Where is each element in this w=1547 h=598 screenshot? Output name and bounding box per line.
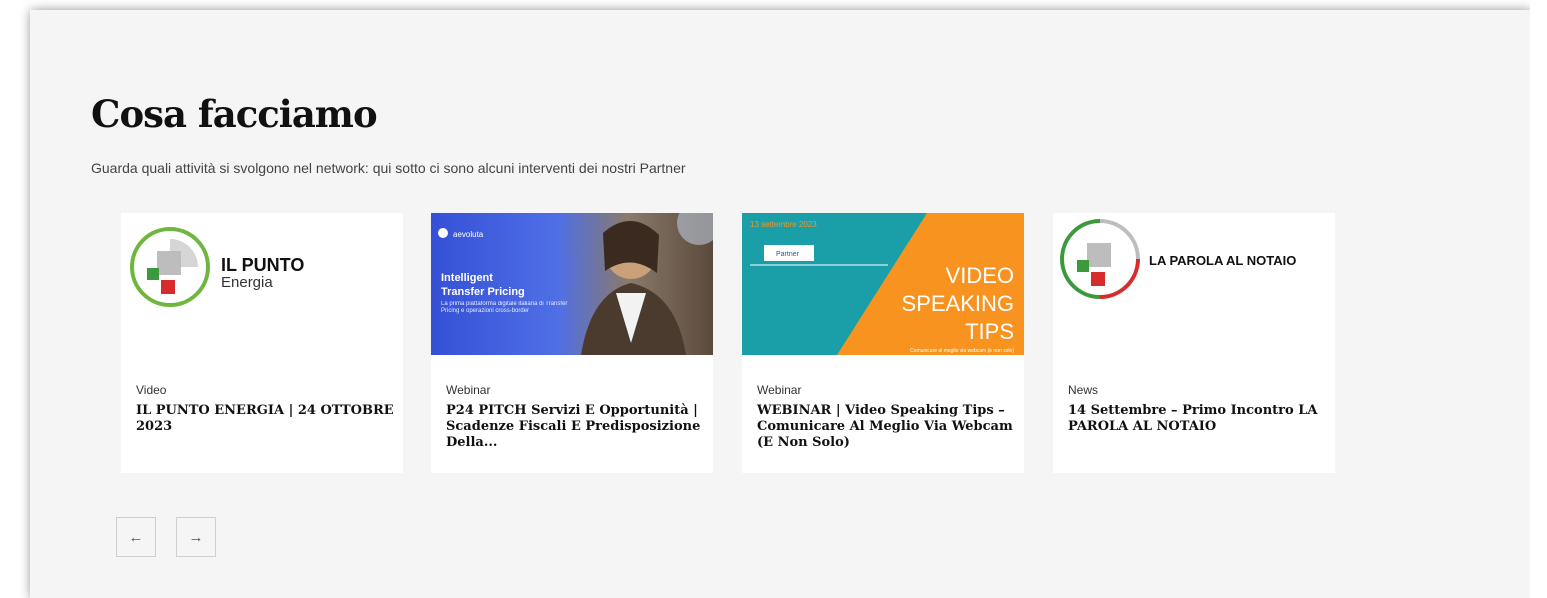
section-title: Cosa facciamo: [91, 92, 378, 136]
thumb-body: La prima piattaforma digitale italiana d…: [441, 301, 568, 314]
thumb-date: 13 settembre 2023: [750, 220, 817, 229]
carousel-prev-button[interactable]: ←: [116, 517, 156, 557]
card-type: Video: [136, 383, 167, 397]
arrow-left-icon: ←: [128, 528, 144, 546]
card-thumbnail[interactable]: 13 settembre 2023 Partner VIDEO SPEAKING…: [742, 213, 1024, 355]
page-edge: [1530, 0, 1547, 598]
card-thumbnail[interactable]: IL PUNTO Energia: [121, 213, 403, 355]
il-punto-energia-logo: IL PUNTO Energia: [121, 213, 403, 355]
card-title[interactable]: P24 PITCH Servizi E Opportunità | Scaden…: [446, 403, 706, 451]
arrow-right-icon: →: [188, 528, 204, 546]
card-title[interactable]: 14 Settembre – Primo Incontro LA PAROLA …: [1068, 403, 1328, 435]
thumb-line1: IL PUNTO: [221, 255, 304, 275]
thumb-brand: aevoluta: [453, 230, 484, 239]
la-parola-al-notaio-logo: LA PAROLA AL NOTAIO: [1053, 213, 1335, 355]
thumb-badge: Partner: [776, 251, 800, 258]
card-type: Webinar: [757, 383, 802, 397]
card-type: News: [1068, 383, 1099, 397]
thumb-label: LA PAROLA AL NOTAIO: [1149, 253, 1296, 268]
thumb-footer: Comunicare al meglio via webcam (e non s…: [910, 348, 1014, 354]
card-type: Webinar: [446, 383, 491, 397]
card-title[interactable]: WEBINAR | Video Speaking Tips – Comunica…: [757, 403, 1017, 451]
thumb-line3: TIPS: [965, 319, 1014, 344]
aevoluta-banner: aevoluta Intelligent Transfer Pricing La…: [431, 213, 713, 355]
section-subtitle: Guarda quali attività si svolgono nel ne…: [91, 160, 686, 176]
thumb-line2: SPEAKING: [902, 291, 1014, 316]
activity-card-il-punto-energia[interactable]: IL PUNTO Energia Video IL PUNTO ENERGIA …: [121, 213, 403, 473]
activity-card-la-parola-al-notaio[interactable]: LA PAROLA AL NOTAIO News 14 Settembre – …: [1053, 213, 1335, 473]
thumb-headline2: Transfer Pricing: [441, 286, 525, 298]
card-thumbnail[interactable]: LA PAROLA AL NOTAIO: [1053, 213, 1335, 355]
thumb-line1: VIDEO: [946, 263, 1014, 288]
carousel-next-button[interactable]: →: [176, 517, 216, 557]
activity-card-p24-pitch[interactable]: aevoluta Intelligent Transfer Pricing La…: [431, 213, 713, 473]
card-title[interactable]: IL PUNTO ENERGIA | 24 OTTOBRE 2023: [136, 403, 396, 435]
thumb-headline1: Intelligent: [441, 272, 493, 284]
card-thumbnail[interactable]: aevoluta Intelligent Transfer Pricing La…: [431, 213, 713, 355]
thumb-line2: Energia: [221, 274, 273, 291]
video-speaking-tips-banner: 13 settembre 2023 Partner VIDEO SPEAKING…: [742, 213, 1024, 355]
activity-card-video-speaking-tips[interactable]: 13 settembre 2023 Partner VIDEO SPEAKING…: [742, 213, 1024, 473]
